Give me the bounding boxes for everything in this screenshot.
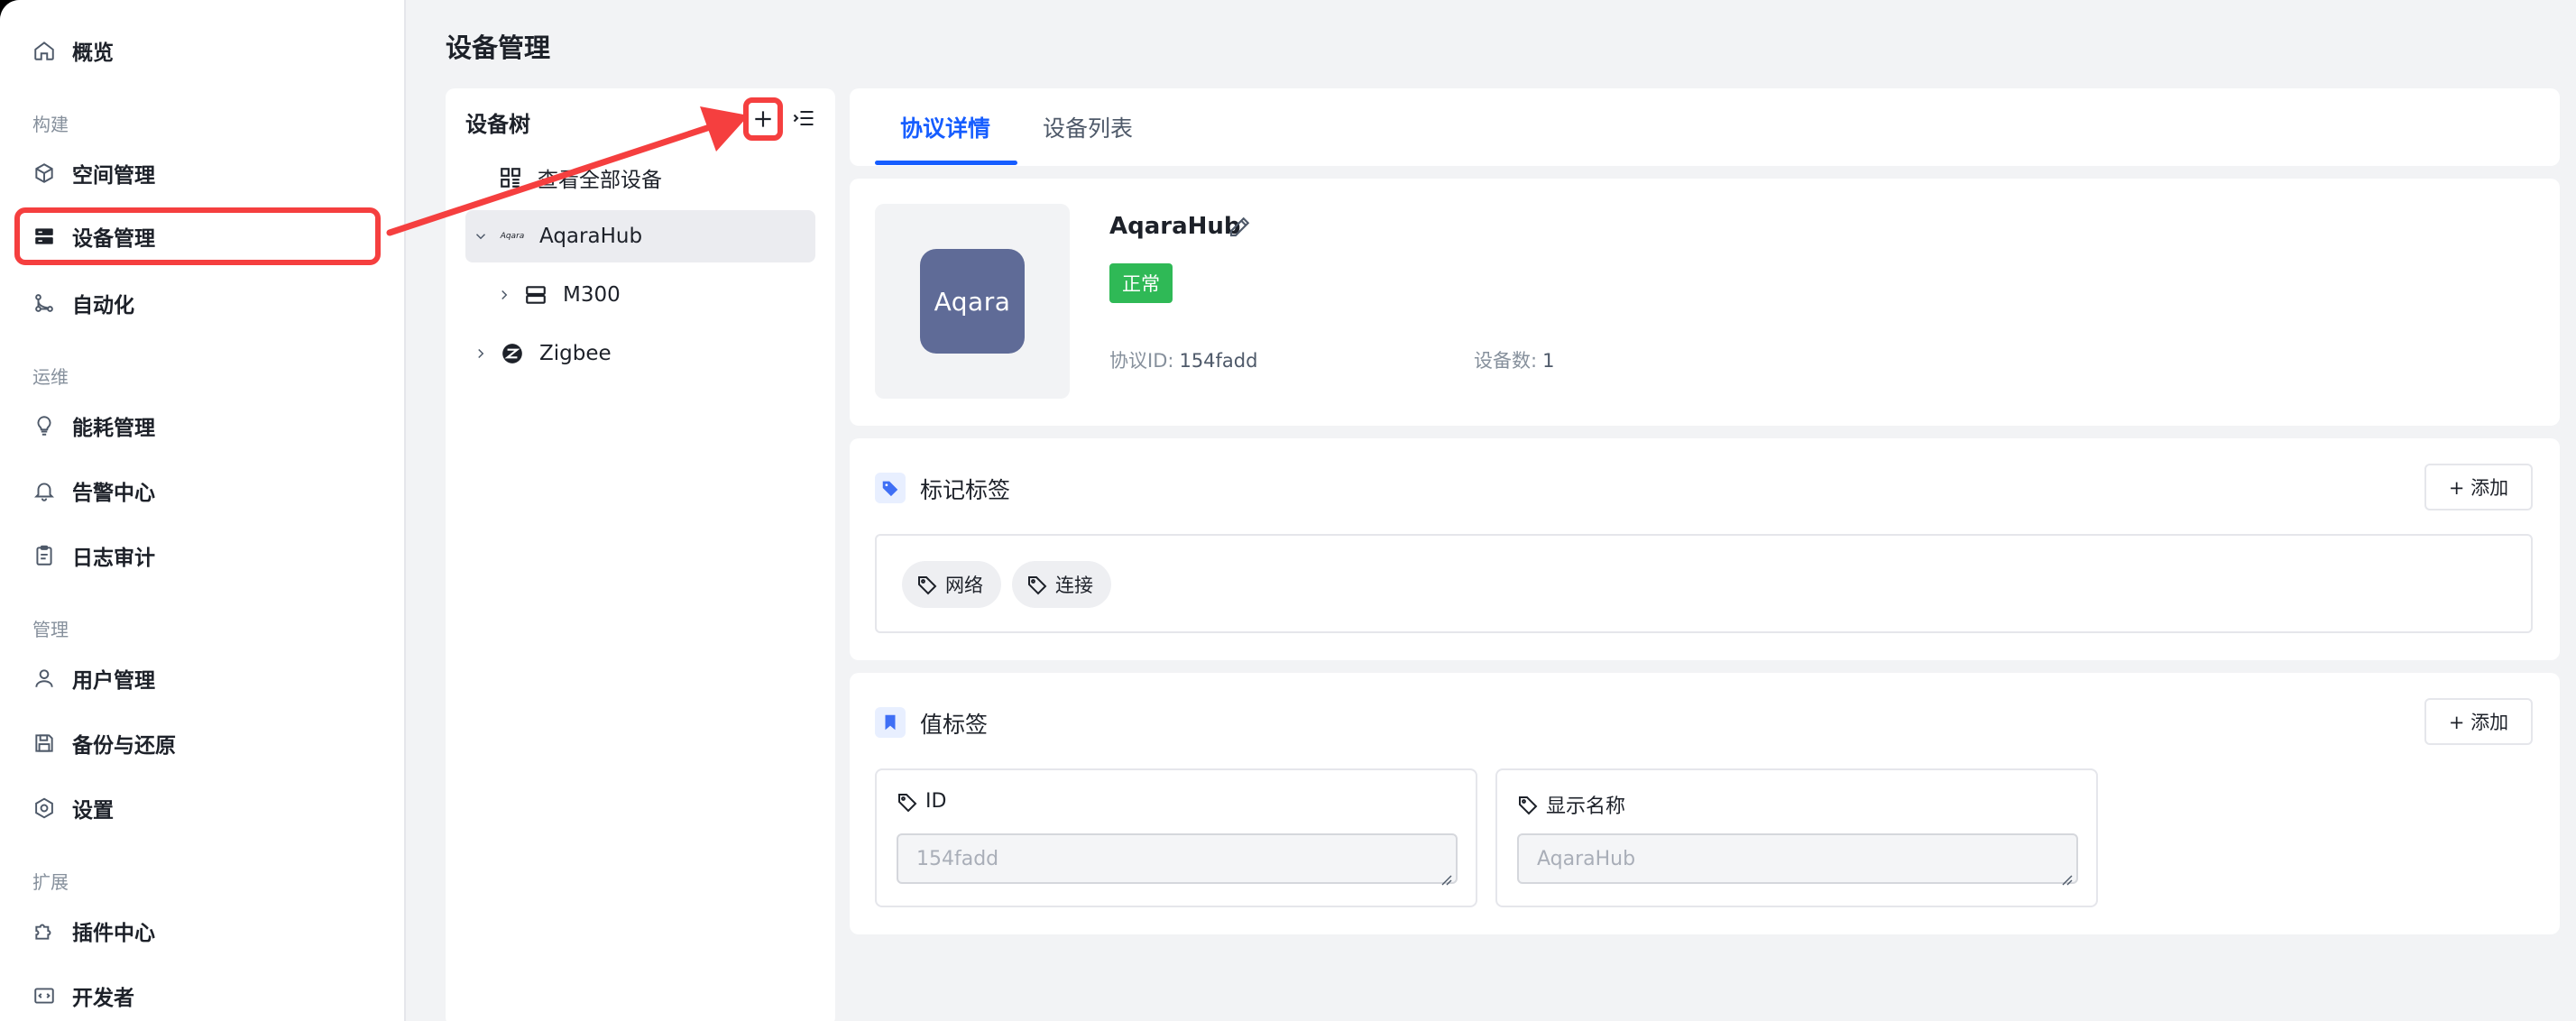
sidebar-item-audit[interactable]: 日志审计 [14, 527, 381, 584]
sidebar-item-developer[interactable]: 开发者 [14, 967, 381, 1021]
tree-item-aqarahub[interactable]: Aqara AqaraHub [465, 210, 815, 262]
device-count: 设备数: 1 [1474, 350, 1555, 372]
bookmark-icon [875, 707, 906, 738]
resize-handle-icon[interactable] [2060, 873, 2073, 886]
sidebar-item-label: 设备管理 [72, 227, 155, 251]
tab-bar: 协议详情 设备列表 [850, 88, 2560, 166]
save-icon [32, 731, 56, 755]
sidebar-item-label: 设置 [72, 799, 114, 823]
sidebar-item-plugins[interactable]: 插件中心 [14, 902, 381, 960]
mark-tags-card: 标记标签 + 添加 网络 连接 [850, 438, 2560, 660]
flow-icon [32, 291, 56, 315]
collapse-tree-button[interactable] [788, 103, 819, 133]
mark-tags-title: 标记标签 [920, 477, 1011, 503]
tab-protocol-details[interactable]: 协议详情 [900, 88, 990, 166]
sidebar-item-label: 用户管理 [72, 669, 155, 693]
tag-chip[interactable]: 网络 [902, 561, 1001, 608]
id-input[interactable]: 154fadd [897, 833, 1458, 884]
sidebar-item-users[interactable]: 用户管理 [14, 649, 381, 707]
status-badge: 正常 [1109, 263, 1173, 303]
sidebar-item-settings[interactable]: 设置 [14, 779, 381, 837]
chevron-right-icon[interactable] [494, 285, 514, 305]
home-icon [32, 39, 56, 62]
protocol-id: 协议ID: 154fadd [1109, 350, 1258, 372]
settings-icon [32, 796, 56, 820]
chevron-down-icon[interactable] [471, 226, 491, 246]
tag-icon [1028, 576, 1047, 595]
tree-item-label: Zigbee [539, 342, 612, 365]
sidebar-item-label: 自动化 [72, 294, 134, 317]
sidebar-section-extend: 扩展 [32, 871, 69, 893]
tag-icon [1519, 796, 1538, 815]
aqara-logo-icon: Aqara [500, 232, 525, 241]
sidebar-item-backup[interactable]: 备份与还原 [14, 714, 381, 772]
sidebar: 概览 构建 空间管理 设备管理 自动化 运维 能耗管理 告警中心 日志审计 管理 [0, 0, 406, 1021]
bell-icon [32, 479, 56, 502]
sidebar-item-label: 插件中心 [72, 922, 155, 945]
sidebar-section-ops: 运维 [32, 366, 69, 388]
sidebar-item-label: 能耗管理 [72, 417, 155, 440]
cube-icon [32, 161, 56, 185]
value-tag-field-display-name: 显示名称 AqaraHub [1495, 768, 2098, 907]
display-name-input[interactable]: AqaraHub [1517, 833, 2078, 884]
plus-icon [755, 111, 771, 127]
aqara-logo: Aqara [920, 249, 1025, 354]
active-tab-indicator [875, 161, 1017, 165]
value-tag-field-id: ID 154fadd [875, 768, 1477, 907]
edit-icon[interactable] [1227, 213, 1254, 240]
tree-item-label: M300 [563, 283, 621, 307]
sidebar-item-label: 概览 [72, 41, 114, 65]
code-icon [32, 984, 56, 1007]
tag-icon [875, 473, 906, 503]
app-window: 概览 构建 空间管理 设备管理 自动化 运维 能耗管理 告警中心 日志审计 管理 [0, 0, 2576, 1021]
sidebar-item-space[interactable]: 空间管理 [14, 144, 381, 202]
sidebar-item-alerts[interactable]: 告警中心 [14, 462, 381, 520]
server-icon [523, 282, 548, 308]
protocol-name: AqaraHub [1109, 213, 1241, 240]
sidebar-item-label: 空间管理 [72, 164, 155, 188]
sidebar-item-label: 日志审计 [72, 547, 155, 570]
sidebar-section-manage: 管理 [32, 619, 69, 640]
protocol-logo: Aqara [875, 204, 1070, 399]
add-value-tag-button[interactable]: + 添加 [2424, 698, 2533, 745]
tag-chip[interactable]: 连接 [1012, 561, 1111, 608]
page-title: 设备管理 [446, 32, 551, 63]
sidebar-section-build: 构建 [32, 114, 69, 135]
tab-device-list[interactable]: 设备列表 [1043, 88, 1133, 166]
mark-tags-list: 网络 连接 [875, 534, 2533, 633]
add-mark-tag-button[interactable]: + 添加 [2424, 464, 2533, 510]
field-label: 显示名称 [1517, 790, 1625, 819]
sidebar-item-automation[interactable]: 自动化 [14, 274, 381, 332]
server-icon [32, 225, 56, 248]
field-label: ID [897, 790, 946, 813]
grid-icon [498, 165, 523, 190]
tree-item-all-devices[interactable]: 查看全部设备 [465, 152, 815, 204]
user-icon [32, 667, 56, 690]
tree-item-zigbee[interactable]: Zigbee [465, 327, 815, 380]
sidebar-item-devices[interactable]: 设备管理 [14, 207, 381, 265]
resize-handle-icon[interactable] [1440, 873, 1452, 886]
tree-item-label: 查看全部设备 [538, 169, 662, 192]
indent-list-icon [793, 110, 814, 126]
chevron-right-icon[interactable] [471, 344, 491, 363]
sidebar-item-energy[interactable]: 能耗管理 [14, 397, 381, 455]
protocol-info-card: Aqara AqaraHub 正常 协议ID: 154fadd 设备数: 1 [850, 179, 2560, 426]
zigbee-icon [500, 341, 525, 366]
value-tags-card: 值标签 + 添加 ID 154fadd 显示名称 AqaraHub [850, 673, 2560, 934]
clipboard-icon [32, 544, 56, 567]
add-button[interactable] [743, 97, 783, 141]
sidebar-item-overview[interactable]: 概览 [14, 22, 381, 79]
tree-item-m300[interactable]: M300 [465, 269, 815, 321]
value-tags-title: 值标签 [920, 712, 989, 738]
tree-title: 设备树 [465, 112, 530, 137]
puzzle-icon [32, 919, 56, 943]
bulb-icon [32, 414, 56, 437]
tag-icon [918, 576, 937, 595]
sidebar-item-label: 开发者 [72, 987, 134, 1010]
sidebar-item-label: 备份与还原 [72, 734, 176, 758]
device-tree-panel: 设备树 查看全部设备 Aqara AqaraHub M300 Zigbee [446, 88, 835, 1021]
sidebar-item-label: 告警中心 [72, 482, 155, 505]
tree-item-label: AqaraHub [539, 225, 643, 248]
tag-icon [898, 793, 917, 812]
